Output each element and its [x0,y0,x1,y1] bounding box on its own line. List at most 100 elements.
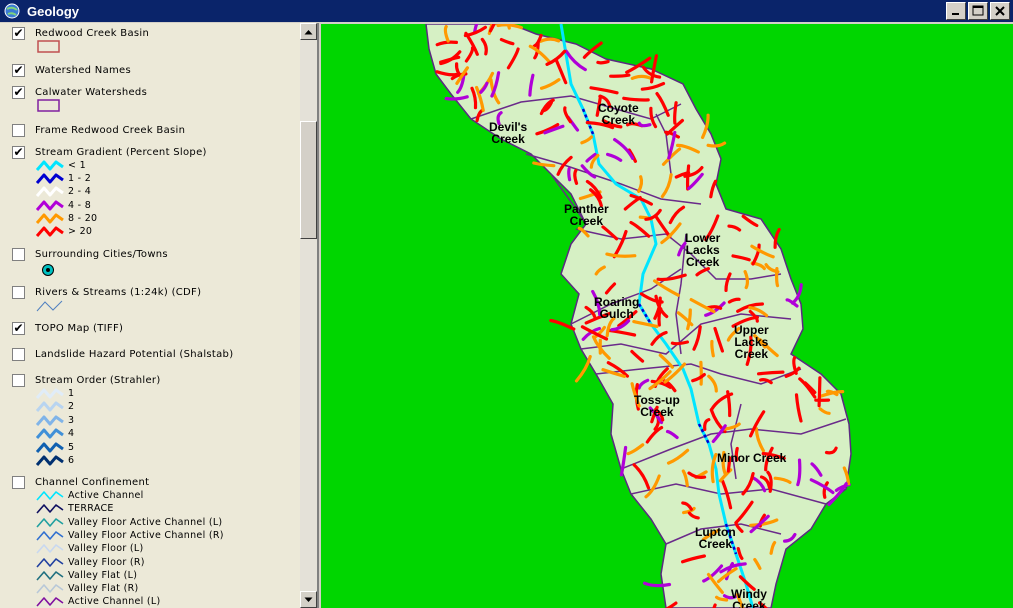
stream-segment [549,318,576,331]
layer-name: TOPO Map (TIFF) [35,322,124,334]
line-symbol-icon [36,557,64,568]
map-canvas[interactable] [321,24,1013,608]
line-symbol-icon [36,200,64,211]
layer-checkbox[interactable]: ✔ [12,347,25,361]
layer-checkbox[interactable]: ✔ [12,85,25,99]
layer-checkbox[interactable]: ✔ [12,475,25,489]
legend-class: 3 [36,414,74,427]
watershed-label: Minor Creek [717,452,786,464]
line-symbol-icon [36,517,64,528]
legend-class: 1 - 2 [36,172,91,185]
layer-checkbox[interactable]: ✔ [12,247,25,261]
layer-name: Channel Confinement [35,476,150,488]
stream-segment [673,101,678,125]
layer-name: Calwater Watersheds [35,86,148,98]
scroll-up-button[interactable] [300,23,317,40]
line-symbol-icon [36,401,64,413]
maximize-button[interactable] [968,2,988,20]
arcview-globe-icon [4,3,20,19]
layer-row[interactable]: ✔ TOPO Map (TIFF) [12,321,123,335]
legend-class: 6 [36,454,74,467]
class-label: Valley Floor Active Channel (L) [68,516,223,528]
class-label: Active Channel [68,490,144,501]
legend-class: Active Channel [36,489,144,502]
watershed-label-line: Creek [698,537,732,551]
watershed-label: Panther Creek [564,203,609,227]
layer-checkbox[interactable]: ✔ [12,123,25,137]
line-symbol-icon [36,173,64,185]
line-symbol-icon [36,388,64,399]
layer-name: Redwood Creek Basin [35,27,150,39]
stream-segment [622,96,650,102]
legend-scrollbar[interactable] [300,23,317,608]
layer-row[interactable]: ✔ Channel Confinement [12,475,149,489]
layer-checkbox[interactable]: ✔ [12,145,25,159]
layer-row[interactable]: ✔ Calwater Watersheds [12,85,147,99]
line-symbol-icon [36,597,64,607]
watershed-label: Coyote Creek [598,102,639,126]
layer-row[interactable]: ✔ Stream Order (Strahler) [12,373,161,387]
scroll-down-button[interactable] [300,591,317,608]
class-label: 3 [68,414,75,426]
legend-class: Valley Floor Active Channel (L) [36,516,222,529]
maximize-icon [972,5,984,16]
line-symbol-icon [36,415,64,426]
checkmark-icon: ✔ [13,63,24,77]
layer-row[interactable]: ✔ Frame Redwood Creek Basin [12,123,185,137]
line-symbol-icon [36,570,64,581]
stream-segment [567,167,572,182]
layer-name: Watershed Names [35,64,131,76]
layer-checkbox[interactable]: ✔ [12,26,25,40]
watershed-label-line: Minor Creek [717,451,787,465]
layer-checkbox[interactable]: ✔ [12,373,25,387]
legend-class: 2 [36,400,74,413]
watershed-label-line: Creek [732,599,766,608]
watershed-label-line: Creek [569,214,604,228]
legend-class: 5 [36,441,74,454]
line-symbol-icon [36,160,64,171]
class-label: Active Channel (L) [68,596,161,608]
layer-row[interactable]: ✔ Rivers & Streams (1:24k) (CDF) [12,285,201,299]
class-label: 1 [68,388,75,399]
layer-row[interactable]: ✔ Landslide Hazard Potential (Shalstab) [12,347,233,361]
legend-class: Valley Floor (L) [36,542,144,555]
class-label: Valley Floor (L) [68,543,144,555]
class-label: 5 [68,441,75,453]
class-label: Valley Flat (R) [68,583,139,595]
legend-class: Valley Floor (R) [36,556,145,569]
class-label: TERRACE [68,503,114,515]
watershed-label-line: Gulch [599,307,634,321]
scroll-thumb[interactable] [300,121,317,239]
layer-row[interactable]: ✔ Surrounding Cities/Towns [12,247,168,261]
legend-class: 8 - 20 [36,212,97,225]
window-title: Geology [27,3,80,19]
checkmark-icon: ✔ [13,26,24,40]
stream-segment [643,581,672,588]
watershed-label: Windy Creek [731,588,767,608]
line-symbol-icon [36,544,64,554]
layer-name: Rivers & Streams (1:24k) (CDF) [35,286,202,298]
watershed-label: Lupton Creek [695,526,736,550]
layer-row[interactable]: ✔ Stream Gradient (Percent Slope) [12,145,207,159]
layer-checkbox[interactable]: ✔ [12,63,25,77]
layer-name: Frame Redwood Creek Basin [35,124,186,136]
legend-class: Valley Flat (L) [36,569,137,582]
layer-row[interactable]: ✔ Redwood Creek Basin [12,26,149,40]
class-label: 1 - 2 [68,173,92,185]
minimize-icon [952,13,959,15]
layer-checkbox[interactable]: ✔ [12,321,25,335]
watershed-label-line: Creek [491,132,525,146]
minimize-button[interactable] [946,2,966,20]
line-symbol-icon [36,504,64,514]
class-label: 2 - 4 [68,186,92,198]
class-label: 6 [68,455,75,466]
checkmark-icon: ✔ [13,321,24,335]
close-button[interactable] [990,2,1010,20]
legend-class: Valley Flat (R) [36,582,139,595]
layer-checkbox[interactable]: ✔ [12,285,25,299]
table-of-contents: ✔ Redwood Creek Basin ✔ Watershed Names … [0,23,319,608]
legend-class: 1 [36,387,74,400]
map-view[interactable]: Coyote Creek Devil's Creek Panther Creek Lower… [321,24,1013,608]
layer-row[interactable]: ✔ Watershed Names [12,63,131,77]
watershed-label: Lower Lacks Creek [685,232,720,268]
